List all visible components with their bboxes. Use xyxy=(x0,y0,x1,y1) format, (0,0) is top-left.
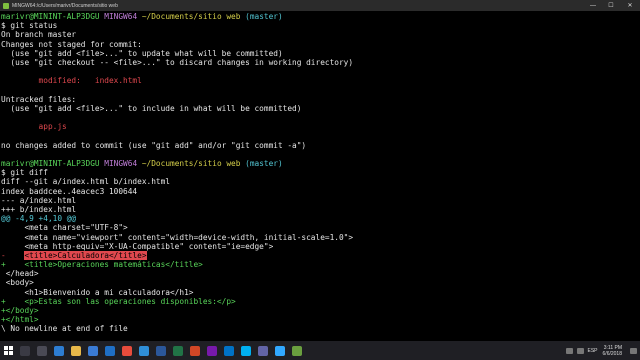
powerpoint-icon[interactable] xyxy=(190,345,200,356)
edge-icon[interactable] xyxy=(54,345,64,356)
minimize-button[interactable]: — xyxy=(584,0,602,11)
diff-context-line: <body> xyxy=(1,278,34,288)
clock[interactable]: 3:11 PM 6/6/2018 xyxy=(603,345,622,357)
skype-icon[interactable] xyxy=(241,345,251,356)
diff-header-line: +++ b/index.html xyxy=(1,204,77,214)
diff-removed-line: - <title>Calculadora</title> xyxy=(1,250,147,260)
diff-context-line: <h1>Bienvenido a mi calculadora</h1> xyxy=(1,287,194,297)
clock-date: 6/6/2018 xyxy=(602,350,622,357)
search-icon[interactable] xyxy=(20,345,30,356)
store-icon[interactable] xyxy=(88,345,98,356)
excel-icon[interactable] xyxy=(173,345,183,356)
outlook-icon[interactable] xyxy=(224,345,234,356)
command-line: $ git diff xyxy=(1,168,48,178)
output-line: On branch master xyxy=(1,30,77,40)
word-icon[interactable] xyxy=(156,345,166,356)
vscode-icon[interactable] xyxy=(139,345,149,356)
output-line: Untracked files: xyxy=(1,94,77,104)
output-line: Changes not staged for commit: xyxy=(1,39,142,49)
explorer-icon[interactable] xyxy=(71,345,81,356)
system-tray: ESP 3:11 PM 6/6/2018 xyxy=(565,345,640,357)
volume-icon[interactable] xyxy=(576,347,584,354)
language-indicator[interactable]: ESP xyxy=(588,348,598,354)
diff-added-line: + <p>Estas son las operaciones disponibl… xyxy=(1,296,236,306)
diff-added-line: +</body> xyxy=(1,306,39,315)
diff-note-line: \ No newline at end of file xyxy=(1,324,128,334)
task-view-icon[interactable] xyxy=(37,345,47,356)
output-line: (use "git checkout -- <file>..." to disc… xyxy=(1,57,354,67)
diff-header-line: diff --git a/index.html b/index.html xyxy=(1,177,170,187)
diff-context-line: <meta name="viewport" content="width=dev… xyxy=(1,232,354,242)
mingw-app-icon xyxy=(3,2,9,9)
diff-context-line: </head> xyxy=(1,269,39,279)
modified-file-line: modified: index.html xyxy=(1,76,142,86)
command-line: $ git status xyxy=(1,21,58,31)
git-bash-icon[interactable] xyxy=(292,345,302,356)
mail-icon[interactable] xyxy=(105,345,115,356)
untracked-file-line: app.js xyxy=(1,122,67,132)
taskbar: ESP 3:11 PM 6/6/2018 xyxy=(0,341,640,360)
prompt-line: marivr@MININT-ALP3DGU MINGW64 ~/Document… xyxy=(1,12,283,21)
output-line: (use "git add <file>..." to include in w… xyxy=(1,103,302,113)
photoshop-icon[interactable] xyxy=(275,345,285,356)
diff-header-line: index baddcee..4eacec3 100644 xyxy=(1,186,138,196)
taskbar-apps xyxy=(13,345,302,356)
windows-start-icon[interactable] xyxy=(4,346,13,355)
notifications-icon[interactable] xyxy=(630,347,637,354)
diff-added-line: + <title>Operaciones matemáticas</title> xyxy=(1,260,203,270)
close-button[interactable]: ✕ xyxy=(620,0,640,11)
prompt-line: marivr@MININT-ALP3DGU MINGW64 ~/Document… xyxy=(1,159,283,168)
diff-context-line: <meta http-equiv="X-UA-Compatible" conte… xyxy=(1,241,274,251)
chrome-icon[interactable] xyxy=(122,345,132,356)
terminal-output[interactable]: marivr@MININT-ALP3DGU MINGW64 ~/Document… xyxy=(0,12,640,341)
diff-header-line: --- a/index.html xyxy=(1,195,77,205)
output-line: (use "git add <file>..." to update what … xyxy=(1,48,283,58)
network-icon[interactable] xyxy=(565,347,573,354)
teams-icon[interactable] xyxy=(258,345,268,356)
diff-hunk-line: @@ -4,9 +4,10 @@ xyxy=(1,214,77,224)
onenote-icon[interactable] xyxy=(207,345,217,356)
output-line: no changes added to commit (use "git add… xyxy=(1,140,307,150)
diff-added-line: +</html> xyxy=(1,315,39,325)
window-title: MINGW64:/c/Users/marivr/Documents/sitio … xyxy=(12,2,118,9)
maximize-button[interactable]: ☐ xyxy=(602,0,620,11)
diff-context-line: <meta charset="UTF-8"> xyxy=(1,223,128,233)
window-titlebar: MINGW64:/c/Users/marivr/Documents/sitio … xyxy=(0,0,640,11)
